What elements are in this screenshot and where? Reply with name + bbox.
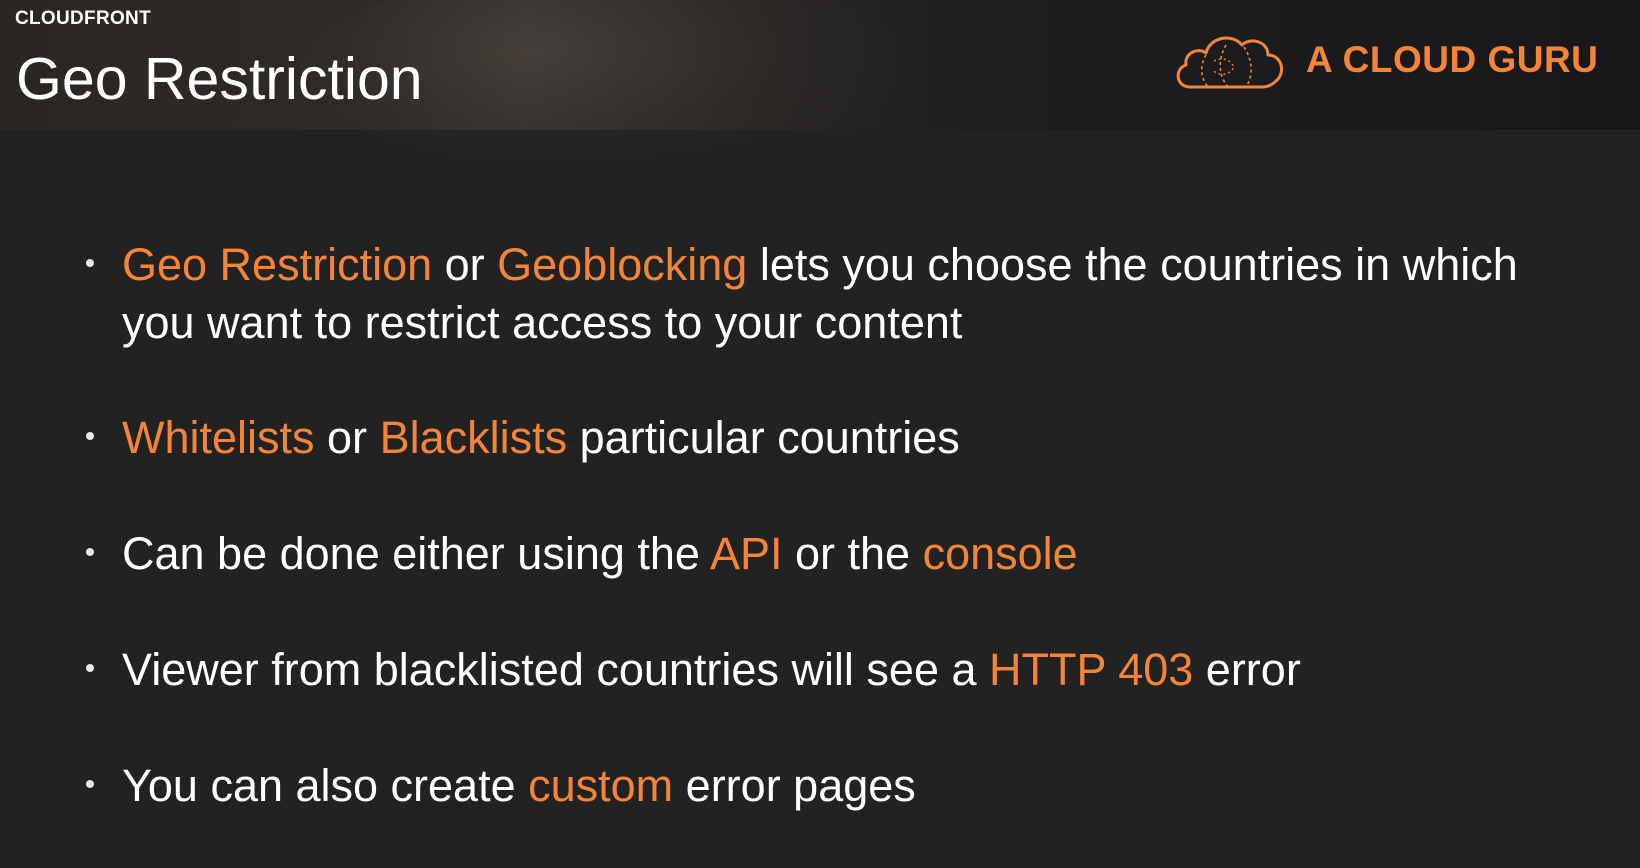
bullet-dot xyxy=(86,664,94,672)
bullet-dot xyxy=(86,432,94,440)
bullet-text-segment: Viewer from blacklisted countries will s… xyxy=(122,644,990,695)
slide: CLOUDFRONT Geo Restriction A CLOUD GURU … xyxy=(0,0,1640,868)
highlight-term: console xyxy=(922,528,1078,579)
highlight-term: API xyxy=(709,528,783,579)
bullet-text: Whitelists or Blacklists particular coun… xyxy=(122,409,1562,467)
bullet-dot xyxy=(86,780,94,788)
bullet-text-segment: error pages xyxy=(673,760,916,811)
bullet-text-segment: error xyxy=(1193,644,1301,695)
highlight-term: Geo Restriction xyxy=(122,239,433,290)
bullet-list: Geo Restriction or Geoblocking lets you … xyxy=(0,0,1640,868)
bullet-text-segment: or xyxy=(314,412,380,463)
bullet-text: Can be done either using the API or the … xyxy=(122,525,1562,583)
highlight-term: HTTP 403 xyxy=(989,644,1194,695)
highlight-term: custom xyxy=(528,760,674,811)
highlight-term: Geoblocking xyxy=(497,239,748,290)
bullet-dot xyxy=(86,548,94,556)
bullet-text-segment: You can also create xyxy=(122,760,529,811)
bullet-dot xyxy=(86,259,94,267)
highlight-term: Whitelists xyxy=(122,412,315,463)
bullet-text-segment: or the xyxy=(782,528,923,579)
bullet-text-segment: or xyxy=(432,239,498,290)
bullet-text-segment: particular countries xyxy=(567,412,960,463)
bullet-text: Geo Restriction or Geoblocking lets you … xyxy=(122,236,1562,352)
bullet-text: Viewer from blacklisted countries will s… xyxy=(122,641,1562,699)
bullet-text-segment: Can be done either using the xyxy=(122,528,710,579)
bullet-text: You can also create custom error pages xyxy=(122,757,1562,815)
highlight-term: Blacklists xyxy=(379,412,568,463)
